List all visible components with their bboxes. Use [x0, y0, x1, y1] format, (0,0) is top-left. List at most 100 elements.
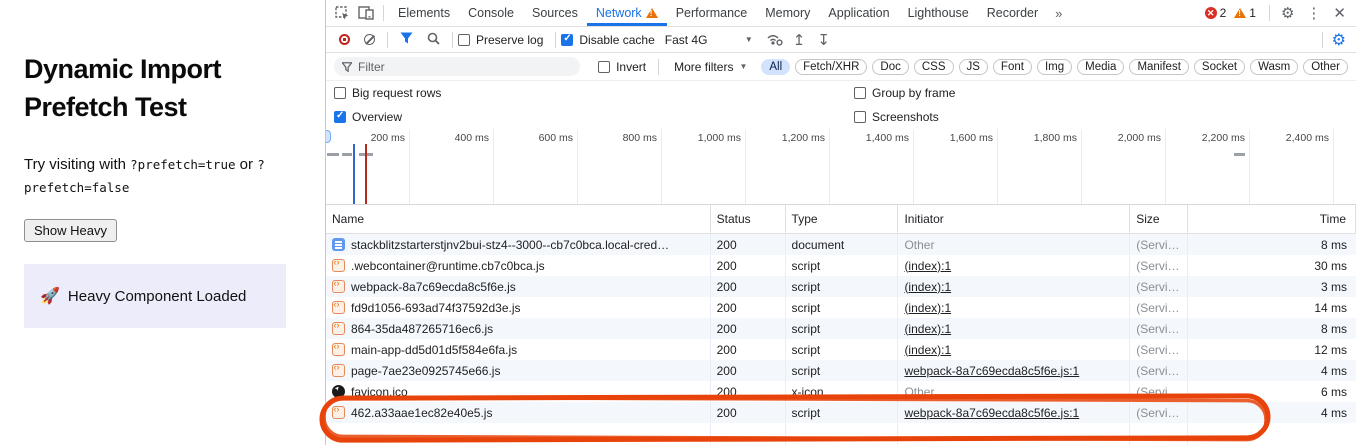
- request-name-cell[interactable]: page-7ae23e0925745e66.js: [326, 360, 711, 381]
- column-header-status[interactable]: Status: [711, 205, 786, 233]
- screenshots-checkbox[interactable]: Screenshots: [854, 110, 1348, 124]
- preserve-log-box[interactable]: [458, 34, 470, 46]
- filter-input[interactable]: Filter: [334, 57, 580, 76]
- initiator-link[interactable]: (index):1: [904, 280, 951, 294]
- table-row[interactable]: 462.a33aae1ec82e40e5.js200scriptwebpack-…: [326, 402, 1356, 423]
- divider: [452, 32, 453, 48]
- request-name-cell[interactable]: fd9d1056-693ad74f37592d3e.js: [326, 297, 711, 318]
- preserve-log-checkbox[interactable]: Preserve log: [458, 33, 543, 47]
- tab-application[interactable]: Application: [819, 0, 898, 26]
- request-name-cell[interactable]: .webcontainer@runtime.cb7c0bca.js: [326, 255, 711, 276]
- pill-img[interactable]: Img: [1037, 59, 1072, 75]
- import-har-icon[interactable]: ↥: [787, 31, 812, 49]
- close-devtools-icon[interactable]: ✕: [1327, 4, 1352, 22]
- tab-memory[interactable]: Memory: [756, 0, 819, 26]
- pill-js[interactable]: JS: [959, 59, 988, 75]
- overview-box[interactable]: [334, 111, 346, 123]
- pill-css[interactable]: CSS: [914, 59, 954, 75]
- search-icon[interactable]: [427, 32, 440, 48]
- initiator-link[interactable]: webpack-8a7c69ecda8c5f6e.js:1: [904, 364, 1079, 378]
- request-name: .webcontainer@runtime.cb7c0bca.js: [351, 259, 545, 273]
- table-row[interactable]: favicon.ico200x-iconOther(Servi…6 ms: [326, 381, 1356, 402]
- screenshots-box[interactable]: [854, 111, 866, 123]
- pill-fetch-xhr[interactable]: Fetch/XHR: [795, 59, 867, 75]
- type-cell: script: [786, 402, 899, 423]
- request-name-cell[interactable]: 864-35da487265716ec6.js: [326, 318, 711, 339]
- big-request-rows-box[interactable]: [334, 87, 346, 99]
- warning-badge[interactable]: 1: [1234, 6, 1256, 20]
- request-name-cell[interactable]: 462.a33aae1ec82e40e5.js: [326, 402, 711, 423]
- time-cell: 3 ms: [1188, 276, 1356, 297]
- tab-console[interactable]: Console: [459, 0, 523, 26]
- initiator-link[interactable]: (index):1: [904, 301, 951, 315]
- disable-cache-label: Disable cache: [579, 33, 654, 47]
- initiator-link[interactable]: (index):1: [904, 322, 951, 336]
- pill-wasm[interactable]: Wasm: [1250, 59, 1298, 75]
- filter-funnel-icon[interactable]: [400, 32, 413, 47]
- tab-performance[interactable]: Performance: [667, 0, 757, 26]
- invert-box[interactable]: [598, 61, 610, 73]
- invert-checkbox[interactable]: Invert: [598, 60, 646, 74]
- status-cell: 200: [711, 276, 786, 297]
- warning-count: 1: [1249, 6, 1256, 20]
- initiator-link[interactable]: (index):1: [904, 259, 951, 273]
- column-header-type[interactable]: Type: [786, 205, 899, 233]
- device-toolbar-icon[interactable]: [354, 2, 378, 24]
- tab-recorder[interactable]: Recorder: [978, 0, 1047, 26]
- throttling-dropdown[interactable]: Fast 4G▼: [665, 33, 753, 47]
- tab-network[interactable]: Network: [587, 0, 667, 26]
- pill-all[interactable]: All: [761, 59, 790, 75]
- request-name-cell[interactable]: stackblitzstarterstjnv2bui-stz4--3000--c…: [326, 234, 711, 255]
- tab-sources[interactable]: Sources: [523, 0, 587, 26]
- pill-font[interactable]: Font: [993, 59, 1032, 75]
- clear-network-log-icon[interactable]: [364, 34, 375, 45]
- record-network-log-button[interactable]: [339, 34, 350, 45]
- table-row[interactable]: webpack-8a7c69ecda8c5f6e.js200script(ind…: [326, 276, 1356, 297]
- request-name-cell[interactable]: favicon.ico: [326, 381, 711, 402]
- disable-cache-box[interactable]: [561, 34, 573, 46]
- more-tabs-icon[interactable]: »: [1047, 6, 1070, 21]
- table-row[interactable]: stackblitzstarterstjnv2bui-stz4--3000--c…: [326, 234, 1356, 255]
- network-settings-gear-icon[interactable]: ⚙: [1328, 30, 1350, 49]
- kebab-menu-icon[interactable]: ⋮: [1300, 4, 1327, 22]
- page-title: Dynamic Import Prefetch Test: [24, 50, 301, 127]
- pill-doc[interactable]: Doc: [872, 59, 908, 75]
- tab-elements[interactable]: Elements: [389, 0, 459, 26]
- chevron-down-icon: ▼: [745, 35, 753, 44]
- tab-lighthouse[interactable]: Lighthouse: [899, 0, 978, 26]
- request-name-cell[interactable]: main-app-dd5d01d5f584e6fa.js: [326, 339, 711, 360]
- overview-checkbox[interactable]: Overview: [334, 110, 854, 124]
- show-heavy-button[interactable]: Show Heavy: [24, 219, 117, 242]
- export-har-icon[interactable]: ↧: [811, 31, 836, 49]
- disable-cache-checkbox[interactable]: Disable cache: [561, 33, 654, 47]
- network-overview-timeline[interactable]: 200 ms400 ms600 ms800 ms1,000 ms1,200 ms…: [326, 129, 1356, 205]
- pill-media[interactable]: Media: [1077, 59, 1124, 75]
- initiator-cell: (index):1: [898, 339, 1130, 360]
- more-filters-dropdown[interactable]: More filters▼: [674, 60, 747, 74]
- script-icon: [332, 259, 345, 272]
- pill-manifest[interactable]: Manifest: [1129, 59, 1188, 75]
- inspect-element-icon[interactable]: [330, 2, 354, 24]
- request-name-cell[interactable]: webpack-8a7c69ecda8c5f6e.js: [326, 276, 711, 297]
- initiator-cell: (index):1: [898, 297, 1130, 318]
- table-row[interactable]: fd9d1056-693ad74f37592d3e.js200script(in…: [326, 297, 1356, 318]
- pill-other[interactable]: Other: [1303, 59, 1348, 75]
- group-by-frame-box[interactable]: [854, 87, 866, 99]
- column-header-initiator[interactable]: Initiator: [898, 205, 1130, 233]
- column-header-time[interactable]: Time: [1188, 205, 1356, 233]
- error-badge[interactable]: ✕2: [1205, 6, 1227, 20]
- table-row[interactable]: 864-35da487265716ec6.js200script(index):…: [326, 318, 1356, 339]
- table-row[interactable]: page-7ae23e0925745e66.js200scriptwebpack…: [326, 360, 1356, 381]
- size-cell: (Servi…: [1130, 297, 1188, 318]
- group-by-frame-checkbox[interactable]: Group by frame: [854, 86, 1348, 100]
- pill-socket[interactable]: Socket: [1194, 59, 1245, 75]
- network-conditions-icon[interactable]: [763, 29, 787, 51]
- settings-gear-icon[interactable]: ⚙: [1275, 4, 1300, 22]
- initiator-link[interactable]: webpack-8a7c69ecda8c5f6e.js:1: [904, 406, 1079, 420]
- column-header-name[interactable]: Name: [326, 205, 711, 233]
- initiator-link[interactable]: (index):1: [904, 343, 951, 357]
- column-header-size[interactable]: Size: [1130, 205, 1188, 233]
- table-row[interactable]: main-app-dd5d01d5f584e6fa.js200script(in…: [326, 339, 1356, 360]
- table-row[interactable]: .webcontainer@runtime.cb7c0bca.js200scri…: [326, 255, 1356, 276]
- big-request-rows-checkbox[interactable]: Big request rows: [334, 86, 854, 100]
